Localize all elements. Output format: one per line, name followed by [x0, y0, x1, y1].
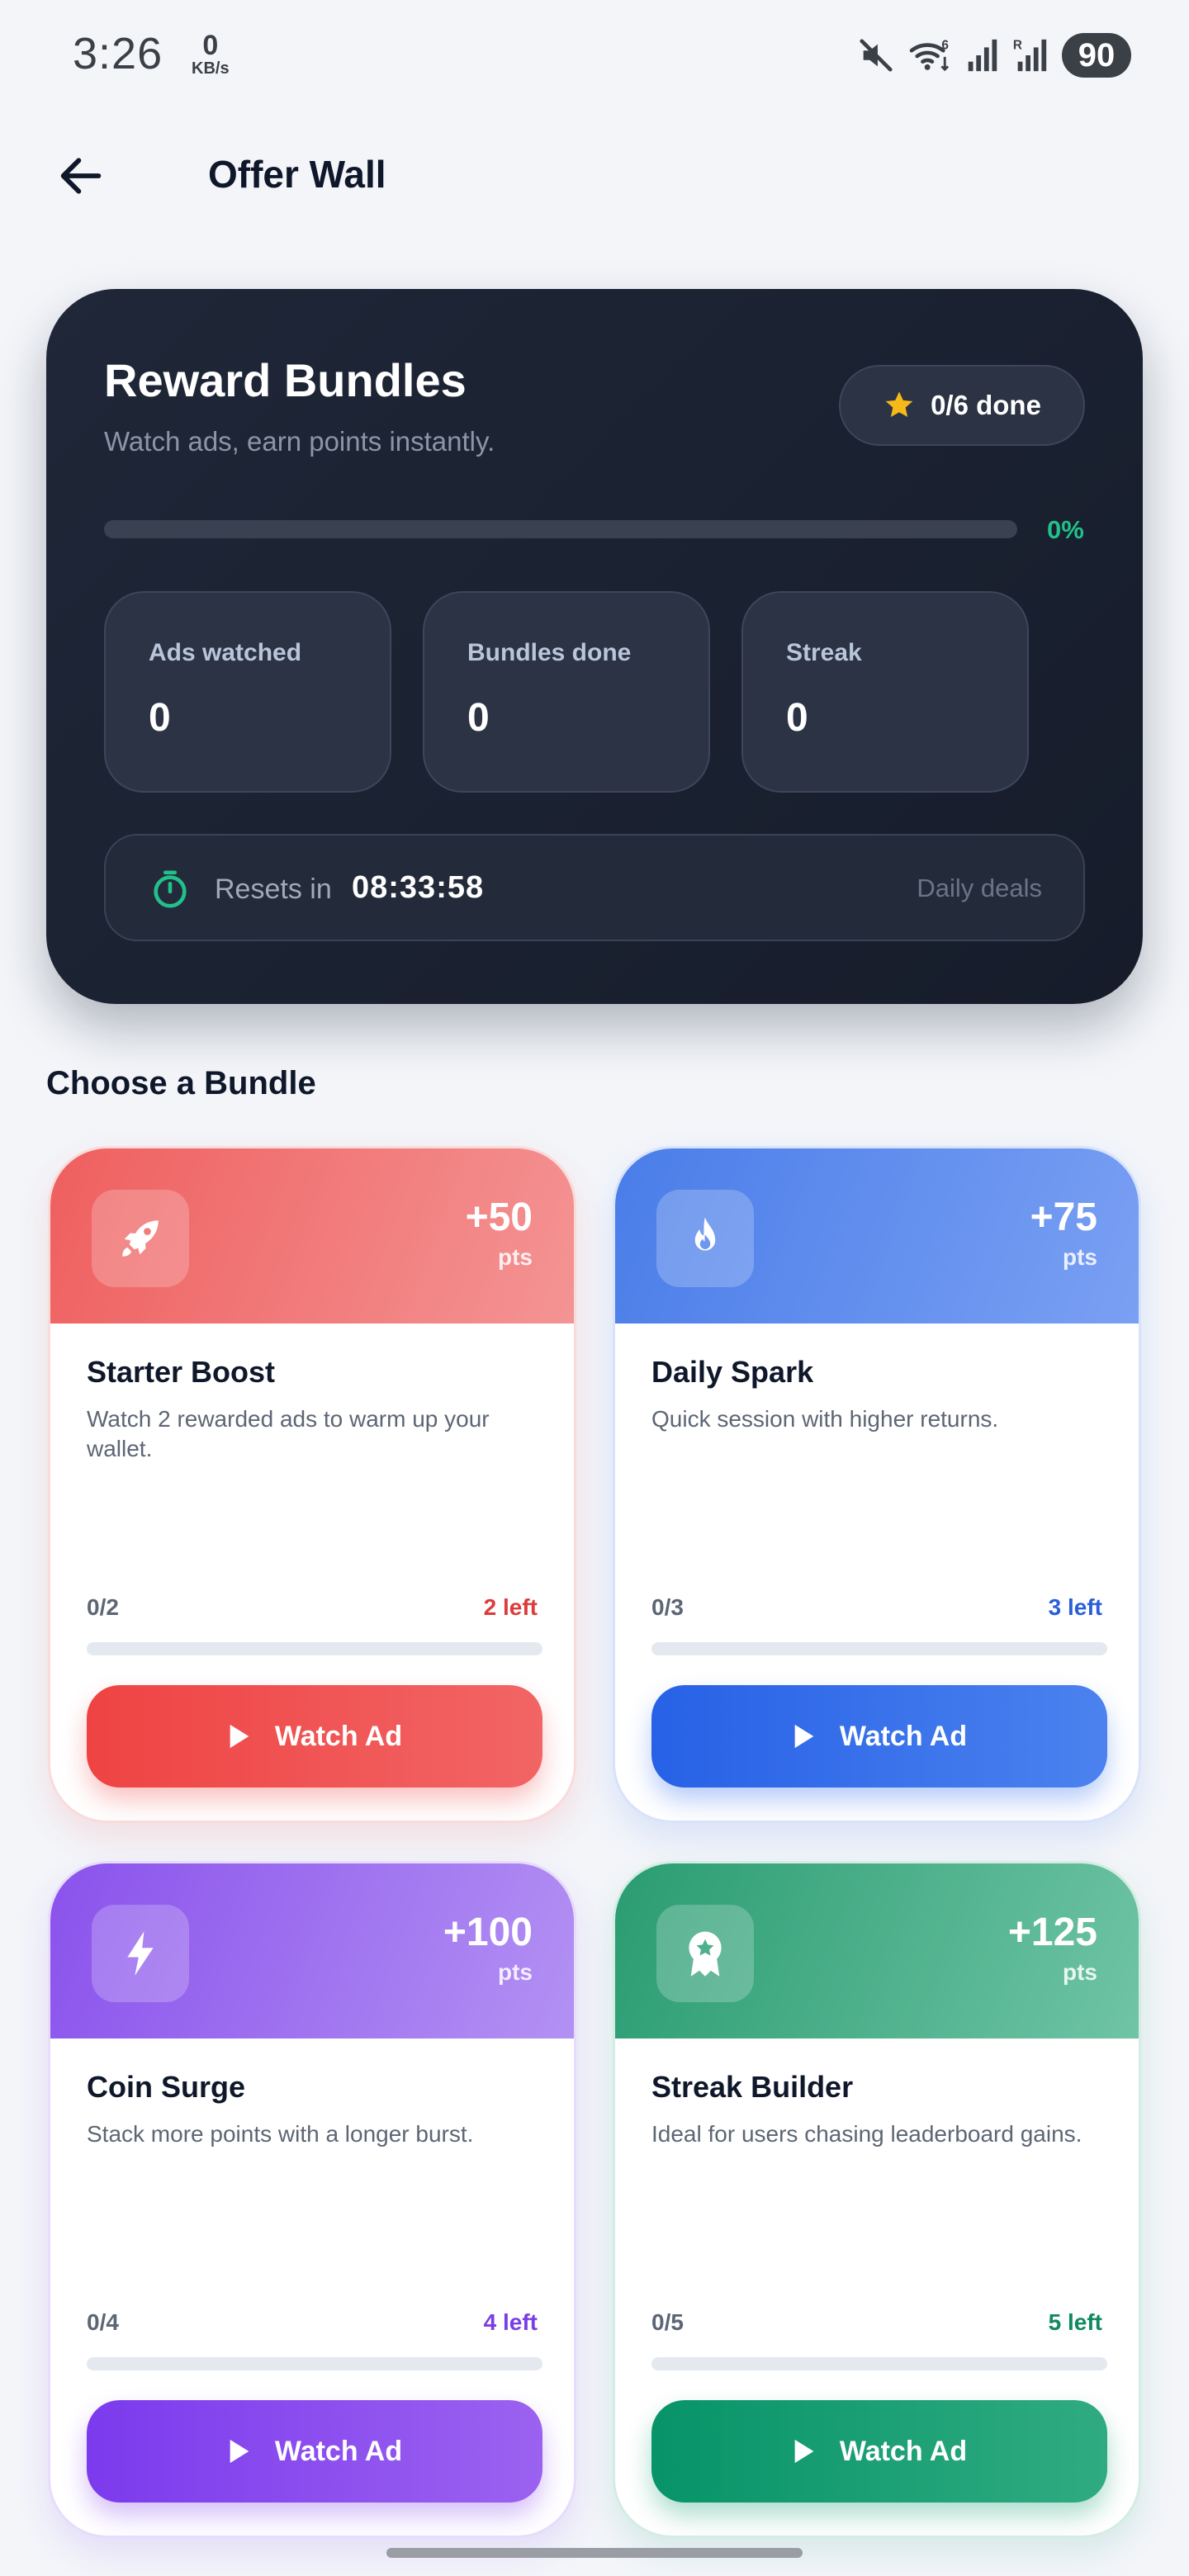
arrow-left-icon	[60, 158, 102, 194]
stat-value: 0	[149, 696, 171, 740]
watch-ad-button[interactable]: Watch Ad	[651, 1685, 1107, 1788]
stat-label: Bundles done	[467, 639, 632, 666]
bundle-name: Daily Spark	[651, 1355, 814, 1389]
svg-text:6: 6	[941, 38, 949, 52]
hero-title: Reward Bundles	[104, 354, 467, 406]
roaming-signal-icon: R	[1013, 38, 1047, 72]
bundle-remaining: 3 left	[1048, 1594, 1102, 1620]
stat-streak: Streak 0	[741, 591, 1029, 793]
watch-ad-button[interactable]: Watch Ad	[651, 2400, 1107, 2503]
bundle-icon-box	[656, 1190, 754, 1287]
bundle-remaining: 4 left	[483, 2309, 538, 2335]
bundle-icon-box	[92, 1190, 189, 1287]
bundle-card-streak-builder[interactable]: +125 pts Streak Builder Ideal for users …	[613, 1861, 1141, 2538]
bundle-description: Stack more points with a longer burst.	[87, 2121, 474, 2147]
bundle-header: +50 pts	[50, 1148, 574, 1324]
play-icon	[230, 1724, 249, 1749]
star-icon	[885, 391, 913, 417]
mute-icon	[860, 39, 893, 72]
done-badge: 0/6 done	[839, 365, 1085, 446]
bundle-name: Streak Builder	[651, 2070, 854, 2104]
bundle-remaining: 2 left	[483, 1594, 538, 1620]
stat-value: 0	[467, 696, 490, 740]
stopwatch-icon	[154, 870, 187, 908]
bundle-progress-bar	[651, 1642, 1107, 1655]
home-indicator[interactable]	[386, 2548, 803, 2558]
rocket-icon	[122, 1220, 159, 1257]
badge-icon	[689, 1931, 722, 1977]
network-speed-value: 0	[202, 30, 219, 61]
hero-subtitle: Watch ads, earn points instantly.	[104, 426, 495, 457]
stat-label: Streak	[786, 639, 862, 666]
bundle-card-coin-surge[interactable]: +100 pts Coin Surge Stack more points wi…	[48, 1861, 576, 2538]
reset-timer-bar: Resets in 08:33:58 Daily deals	[104, 834, 1085, 941]
stat-label: Ads watched	[149, 639, 302, 666]
stat-value: 0	[786, 696, 808, 740]
watch-ad-label: Watch Ad	[839, 1720, 968, 1752]
back-button[interactable]	[48, 147, 114, 205]
bundle-description: Ideal for users chasing leaderboard gain…	[651, 2121, 1082, 2147]
overall-progress-label: 0%	[1047, 515, 1084, 544]
bundle-points-unit: pts	[1063, 1959, 1097, 1985]
bundle-progress-count: 0/2	[87, 1594, 119, 1620]
bundle-progress-count: 0/5	[651, 2309, 684, 2335]
network-speed-unit: KB/s	[192, 59, 230, 78]
status-bar: 3:26 0 KB/s 6 R 90	[0, 0, 1189, 107]
flame-icon	[694, 1217, 716, 1251]
reset-countdown: 08:33:58	[352, 870, 485, 905]
bundle-points-unit: pts	[498, 1959, 533, 1985]
status-icons: 6 R 90	[857, 31, 1131, 79]
bundle-points-unit: pts	[498, 1244, 533, 1270]
bundle-description: Quick session with higher returns.	[651, 1406, 999, 1432]
bundle-progress-bar	[87, 1642, 542, 1655]
bundle-name: Starter Boost	[87, 1355, 276, 1389]
overall-progress-bar	[104, 520, 1017, 538]
play-icon	[794, 2439, 814, 2464]
bundle-remaining: 5 left	[1048, 2309, 1102, 2335]
bundle-points: +100	[443, 1911, 533, 1954]
bundle-progress-count: 0/3	[651, 1594, 684, 1620]
bundle-icon-box	[92, 1905, 189, 2002]
bundle-points: +75	[1030, 1196, 1097, 1239]
watch-ad-label: Watch Ad	[274, 2435, 403, 2467]
bolt-icon	[127, 1931, 154, 1976]
bundle-progress-bar	[651, 2357, 1107, 2370]
bundle-points-unit: pts	[1063, 1244, 1097, 1270]
bundle-progress-count: 0/4	[87, 2309, 119, 2335]
bundle-description: Watch 2 rewarded ads to warm up your wal…	[87, 1406, 490, 1461]
wifi-icon: 6	[909, 38, 950, 72]
stat-ads-watched: Ads watched 0	[104, 591, 391, 793]
page-title: Offer Wall	[208, 153, 386, 196]
bundle-points: +50	[465, 1196, 533, 1239]
bundle-name: Coin Surge	[87, 2070, 246, 2104]
bundle-header: +75 pts	[615, 1148, 1139, 1324]
watch-ad-label: Watch Ad	[274, 1720, 403, 1752]
app-header: Offer Wall	[0, 132, 1189, 215]
play-icon	[794, 1724, 814, 1749]
bundle-icon-box	[656, 1905, 754, 2002]
reset-label: Resets in	[215, 874, 332, 905]
bundle-card-daily-spark[interactable]: +75 pts Daily Spark Quick session with h…	[613, 1146, 1141, 1823]
bundle-progress-bar	[87, 2357, 542, 2370]
watch-ad-label: Watch Ad	[839, 2435, 968, 2467]
play-icon	[230, 2439, 249, 2464]
bundle-points: +125	[1007, 1911, 1097, 1954]
reward-summary-card: Reward Bundles Watch ads, earn points in…	[46, 289, 1143, 1004]
reset-tag: Daily deals	[917, 874, 1042, 902]
bundle-card-starter-boost[interactable]: +50 pts Starter Boost Watch 2 rewarded a…	[48, 1146, 576, 1823]
status-time: 3:26	[73, 29, 163, 78]
signal-icon	[968, 39, 997, 72]
watch-ad-button[interactable]: Watch Ad	[87, 1685, 542, 1788]
battery-indicator: 90	[1062, 33, 1131, 78]
watch-ad-button[interactable]: Watch Ad	[87, 2400, 542, 2503]
bundle-header: +125 pts	[615, 1863, 1139, 2039]
stat-bundles-done: Bundles done 0	[423, 591, 710, 793]
done-label: 0/6 done	[931, 390, 1041, 420]
section-title: Choose a Bundle	[46, 1065, 316, 1101]
network-speed: 0 KB/s	[192, 31, 230, 78]
bundle-header: +100 pts	[50, 1863, 574, 2039]
svg-text:R: R	[1013, 38, 1022, 52]
